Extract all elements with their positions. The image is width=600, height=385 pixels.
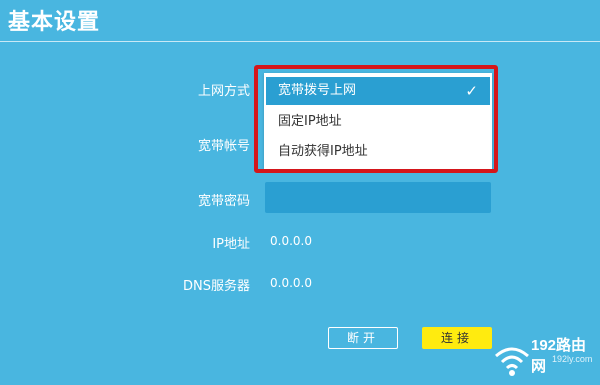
dns-value: 0.0.0.0 <box>270 276 312 290</box>
watermark-logo: 192路由网 192ly.com <box>492 334 600 385</box>
connect-button[interactable]: 连接 <box>422 327 492 349</box>
ip-label: IP地址 <box>212 237 250 252</box>
connection-type-label: 上网方式 <box>197 84 250 99</box>
highlight-frame <box>254 65 498 173</box>
dns-label: DNS服务器 <box>183 279 250 294</box>
disconnect-button[interactable]: 断开 <box>328 327 398 349</box>
password-label: 宽带密码 <box>197 194 250 209</box>
wifi-icon <box>495 347 529 376</box>
ip-value: 0.0.0.0 <box>270 234 312 248</box>
page-title: 基本设置 <box>8 10 101 35</box>
title-divider <box>0 41 600 42</box>
watermark-subtext: 192ly.com <box>552 354 593 364</box>
account-label: 宽带帐号 <box>197 139 250 154</box>
password-field[interactable] <box>265 182 491 213</box>
